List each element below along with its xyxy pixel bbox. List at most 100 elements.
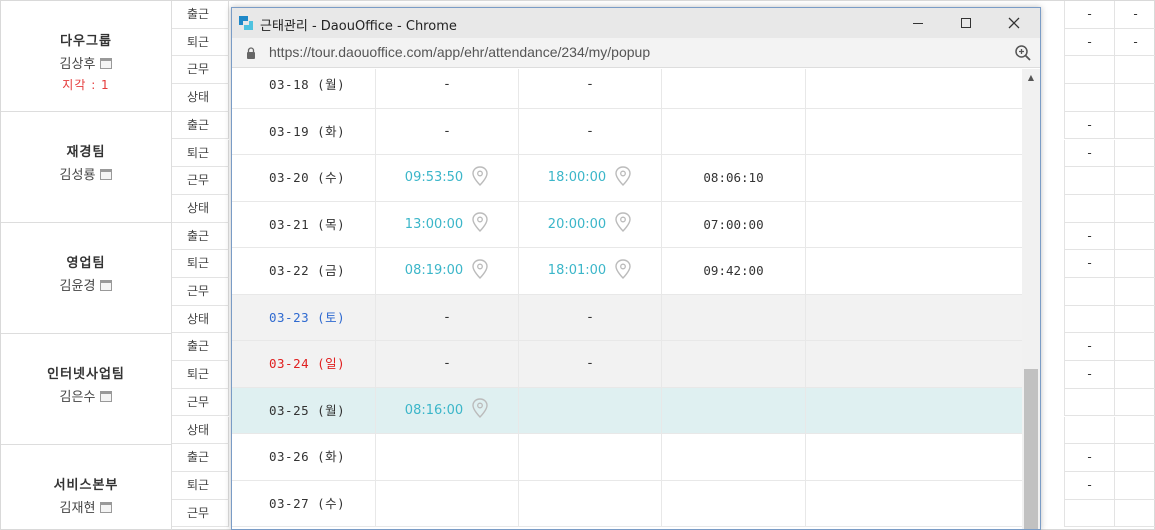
window-title: 근태관리 - DaouOffice - Chrome — [260, 19, 457, 34]
calendar-icon[interactable] — [100, 502, 113, 513]
note-cell — [806, 341, 1022, 387]
day-cell — [1114, 194, 1155, 223]
location-pin-icon[interactable] — [471, 212, 489, 232]
day-cell — [1064, 167, 1114, 195]
note-cell — [806, 109, 1022, 155]
clock-out-cell — [519, 480, 662, 526]
day-cell — [1114, 471, 1155, 500]
note-cell — [806, 248, 1022, 294]
day-cell — [1064, 194, 1114, 223]
calendar-icon[interactable] — [100, 391, 113, 402]
clock-out-time: 20:00:00 — [547, 216, 607, 232]
attendance-table: 03-18 (월) - - 03-19 (화) - - 03-20 (수) 09… — [232, 69, 1022, 529]
day-cell: - — [1064, 333, 1114, 362]
member-row[interactable]: 김은수 — [1, 386, 171, 405]
row-label-status: 상태 — [172, 416, 229, 445]
lock-icon — [247, 47, 255, 59]
day-cell: - — [1114, 28, 1155, 57]
vertical-scrollbar[interactable]: ▲ — [1022, 69, 1040, 529]
minimize-button[interactable] — [894, 8, 942, 38]
member-name[interactable]: 김은수 — [60, 390, 96, 405]
member-row[interactable]: 김재현 — [1, 497, 171, 516]
date-cell: 03-26 (화) — [232, 434, 376, 480]
attendance-popup-window: 근태관리 - DaouOffice - Chrome https://tour.… — [231, 7, 1041, 530]
date-cell: 03-25 (월) — [232, 387, 376, 433]
minimize-icon — [913, 22, 923, 24]
close-button[interactable] — [990, 8, 1038, 38]
calendar-icon[interactable] — [100, 58, 113, 69]
clock-out-time: 18:00:00 — [547, 170, 607, 185]
date-cell: 03-21 (목) — [232, 201, 376, 247]
row-label-in: 출근 — [172, 1, 229, 29]
member-row[interactable]: 김윤경 — [1, 275, 171, 294]
day-cell: - — [1064, 28, 1114, 57]
clock-in-cell: 08:19:00 — [376, 248, 519, 294]
table-row: 03-18 (월) - - — [232, 69, 1022, 109]
clock-in-cell: 13:00:00 — [376, 201, 519, 247]
address-bar[interactable]: https://tour.daouoffice.com/app/ehr/atte… — [232, 38, 1040, 68]
clock-in-time: 08:16:00 — [404, 402, 464, 418]
note-cell — [806, 202, 1022, 248]
member-name[interactable]: 김재현 — [60, 501, 96, 516]
table-row: 03-21 (목) 13:00:00 20:00:00 07:00:00 — [232, 201, 1022, 248]
date-cell: 03-23 (토) — [232, 294, 376, 340]
location-pin-icon[interactable] — [471, 165, 489, 186]
day-cell — [1114, 305, 1155, 334]
maximize-button[interactable] — [942, 8, 990, 38]
row-label-in: 출근 — [172, 333, 229, 362]
day-cell — [1114, 222, 1155, 251]
row-label-out: 퇴근 — [172, 471, 229, 500]
row-label-work: 근무 — [172, 499, 229, 528]
scrollbar-thumb[interactable] — [1024, 369, 1038, 529]
member-name[interactable]: 김상후 — [60, 57, 96, 72]
member-name[interactable]: 김윤경 — [60, 279, 96, 294]
location-pin-icon[interactable] — [614, 165, 632, 186]
location-pin-icon[interactable] — [471, 398, 489, 418]
row-label-out: 퇴근 — [172, 28, 229, 57]
clock-out-time: 18:01:00 — [547, 263, 607, 278]
table-row: 03-23 (토) - - — [232, 294, 1022, 341]
location-pin-icon[interactable] — [614, 212, 632, 232]
day-cell: - — [1064, 444, 1114, 472]
work-time-cell — [662, 294, 806, 340]
row-label-work: 근무 — [172, 278, 229, 306]
clock-out-cell: 20:00:00 — [519, 201, 662, 247]
row-label-status: 상태 — [172, 305, 229, 334]
late-count: 지각 : 1 — [62, 78, 110, 92]
zoom-icon[interactable] — [1014, 44, 1032, 62]
member-row[interactable]: 김상후 — [1, 53, 171, 72]
work-time-cell — [662, 434, 806, 480]
url-text[interactable]: https://tour.daouoffice.com/app/ehr/atte… — [269, 44, 650, 60]
work-time-cell — [662, 480, 806, 526]
note-cell — [806, 155, 1022, 201]
date-cell: 03-27 (수) — [232, 480, 376, 526]
location-pin-icon[interactable] — [471, 258, 489, 279]
row-label-status: 상태 — [172, 84, 229, 112]
day-cell: - — [1064, 250, 1114, 278]
member-row[interactable]: 김성룡 — [1, 164, 171, 183]
day-cell — [1114, 139, 1155, 168]
day-cell: - — [1114, 1, 1155, 29]
note-cell — [806, 388, 1022, 434]
close-icon — [1008, 17, 1020, 29]
calendar-icon[interactable] — [100, 280, 113, 291]
member-name[interactable]: 김성룡 — [60, 168, 96, 183]
team-block: 다우그룹 김상후 지각 : 1 — [1, 1, 172, 112]
day-cell — [1114, 167, 1155, 195]
calendar-icon[interactable] — [100, 169, 113, 180]
clock-in-cell — [376, 480, 519, 526]
window-titlebar[interactable]: 근태관리 - DaouOffice - Chrome — [232, 8, 1040, 38]
date-cell: 03-24 (일) — [232, 341, 376, 387]
day-cell — [1064, 388, 1114, 417]
day-cell: - — [1064, 1, 1114, 29]
work-time-cell — [662, 387, 806, 433]
location-pin-icon[interactable] — [614, 258, 632, 279]
daouoffice-logo-icon — [239, 16, 253, 30]
scroll-up-arrow-icon[interactable]: ▲ — [1022, 69, 1040, 86]
clock-in-cell: - — [376, 69, 519, 108]
team-name: 인터넷사업팀 — [47, 367, 125, 382]
clock-in-time: 13:00:00 — [404, 216, 464, 232]
clock-in-time: 09:53:50 — [404, 170, 464, 185]
team-name: 서비스본부 — [53, 478, 119, 493]
clock-out-cell: 18:01:00 — [519, 248, 662, 294]
